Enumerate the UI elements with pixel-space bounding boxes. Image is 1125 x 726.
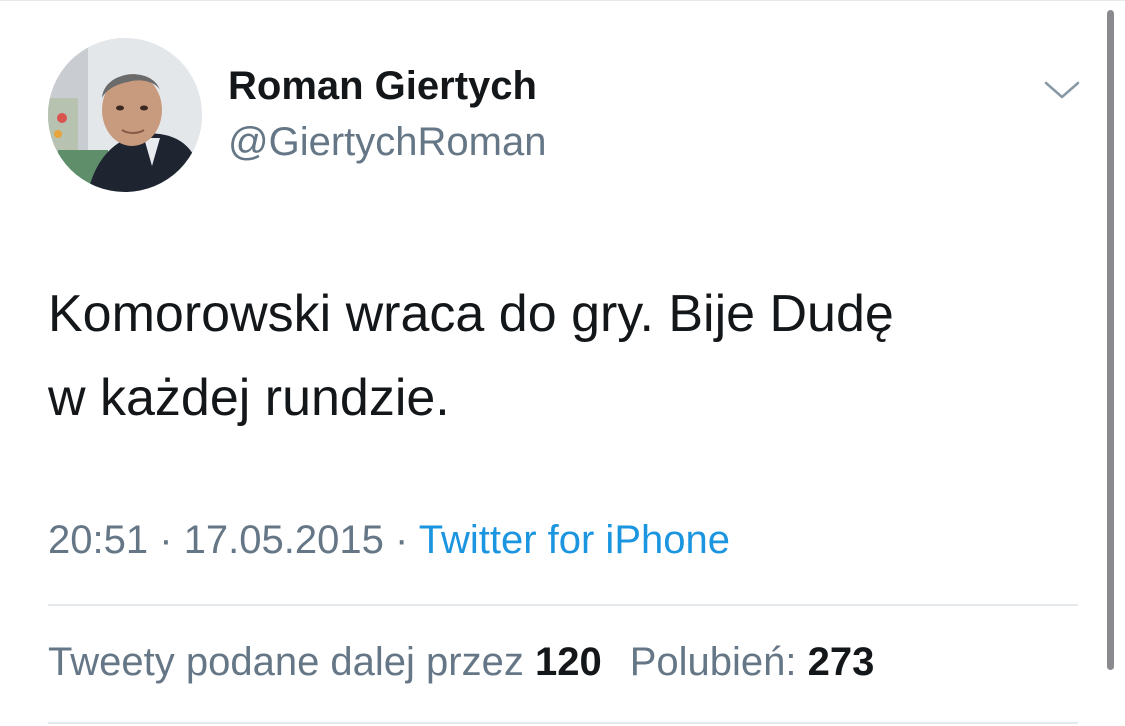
avatar[interactable]	[48, 38, 202, 192]
stats-divider-top	[48, 604, 1078, 606]
likes-count: 273	[807, 640, 875, 684]
retweets-count: 120	[534, 640, 602, 684]
tweet-date: 17.05.2015	[183, 518, 384, 562]
tweet-source-link[interactable]: Twitter for iPhone	[419, 518, 730, 562]
meta-separator: ·	[395, 518, 409, 562]
retweets-stat[interactable]: Tweety podane dalej przez 120	[48, 640, 602, 684]
tweet-meta: 20:51 · 17.05.2015 · Twitter for iPhone	[48, 518, 730, 563]
tweet-text: Komorowski wraca do gry. Bije Dudę w każ…	[48, 285, 894, 427]
likes-label: Polubień:	[629, 640, 797, 684]
retweets-label: Tweety podane dalej przez	[48, 640, 524, 684]
chevron-down-icon	[1044, 81, 1080, 99]
likes-stat[interactable]: Polubień: 273	[630, 640, 875, 684]
stats-divider-bottom	[48, 722, 1078, 724]
author-handle[interactable]: @GiertychRoman	[228, 120, 546, 165]
tweet-menu-button[interactable]	[1040, 70, 1084, 110]
tweet-time: 20:51	[48, 518, 149, 562]
tweet-stats: Tweety podane dalej przez 120 Polubień: 2…	[48, 640, 874, 685]
author-display-name[interactable]: Roman Giertych	[228, 64, 537, 109]
scrollbar[interactable]	[1107, 10, 1114, 670]
meta-separator: ·	[159, 518, 173, 562]
avatar-photo	[48, 38, 202, 192]
top-divider	[0, 0, 1125, 1]
